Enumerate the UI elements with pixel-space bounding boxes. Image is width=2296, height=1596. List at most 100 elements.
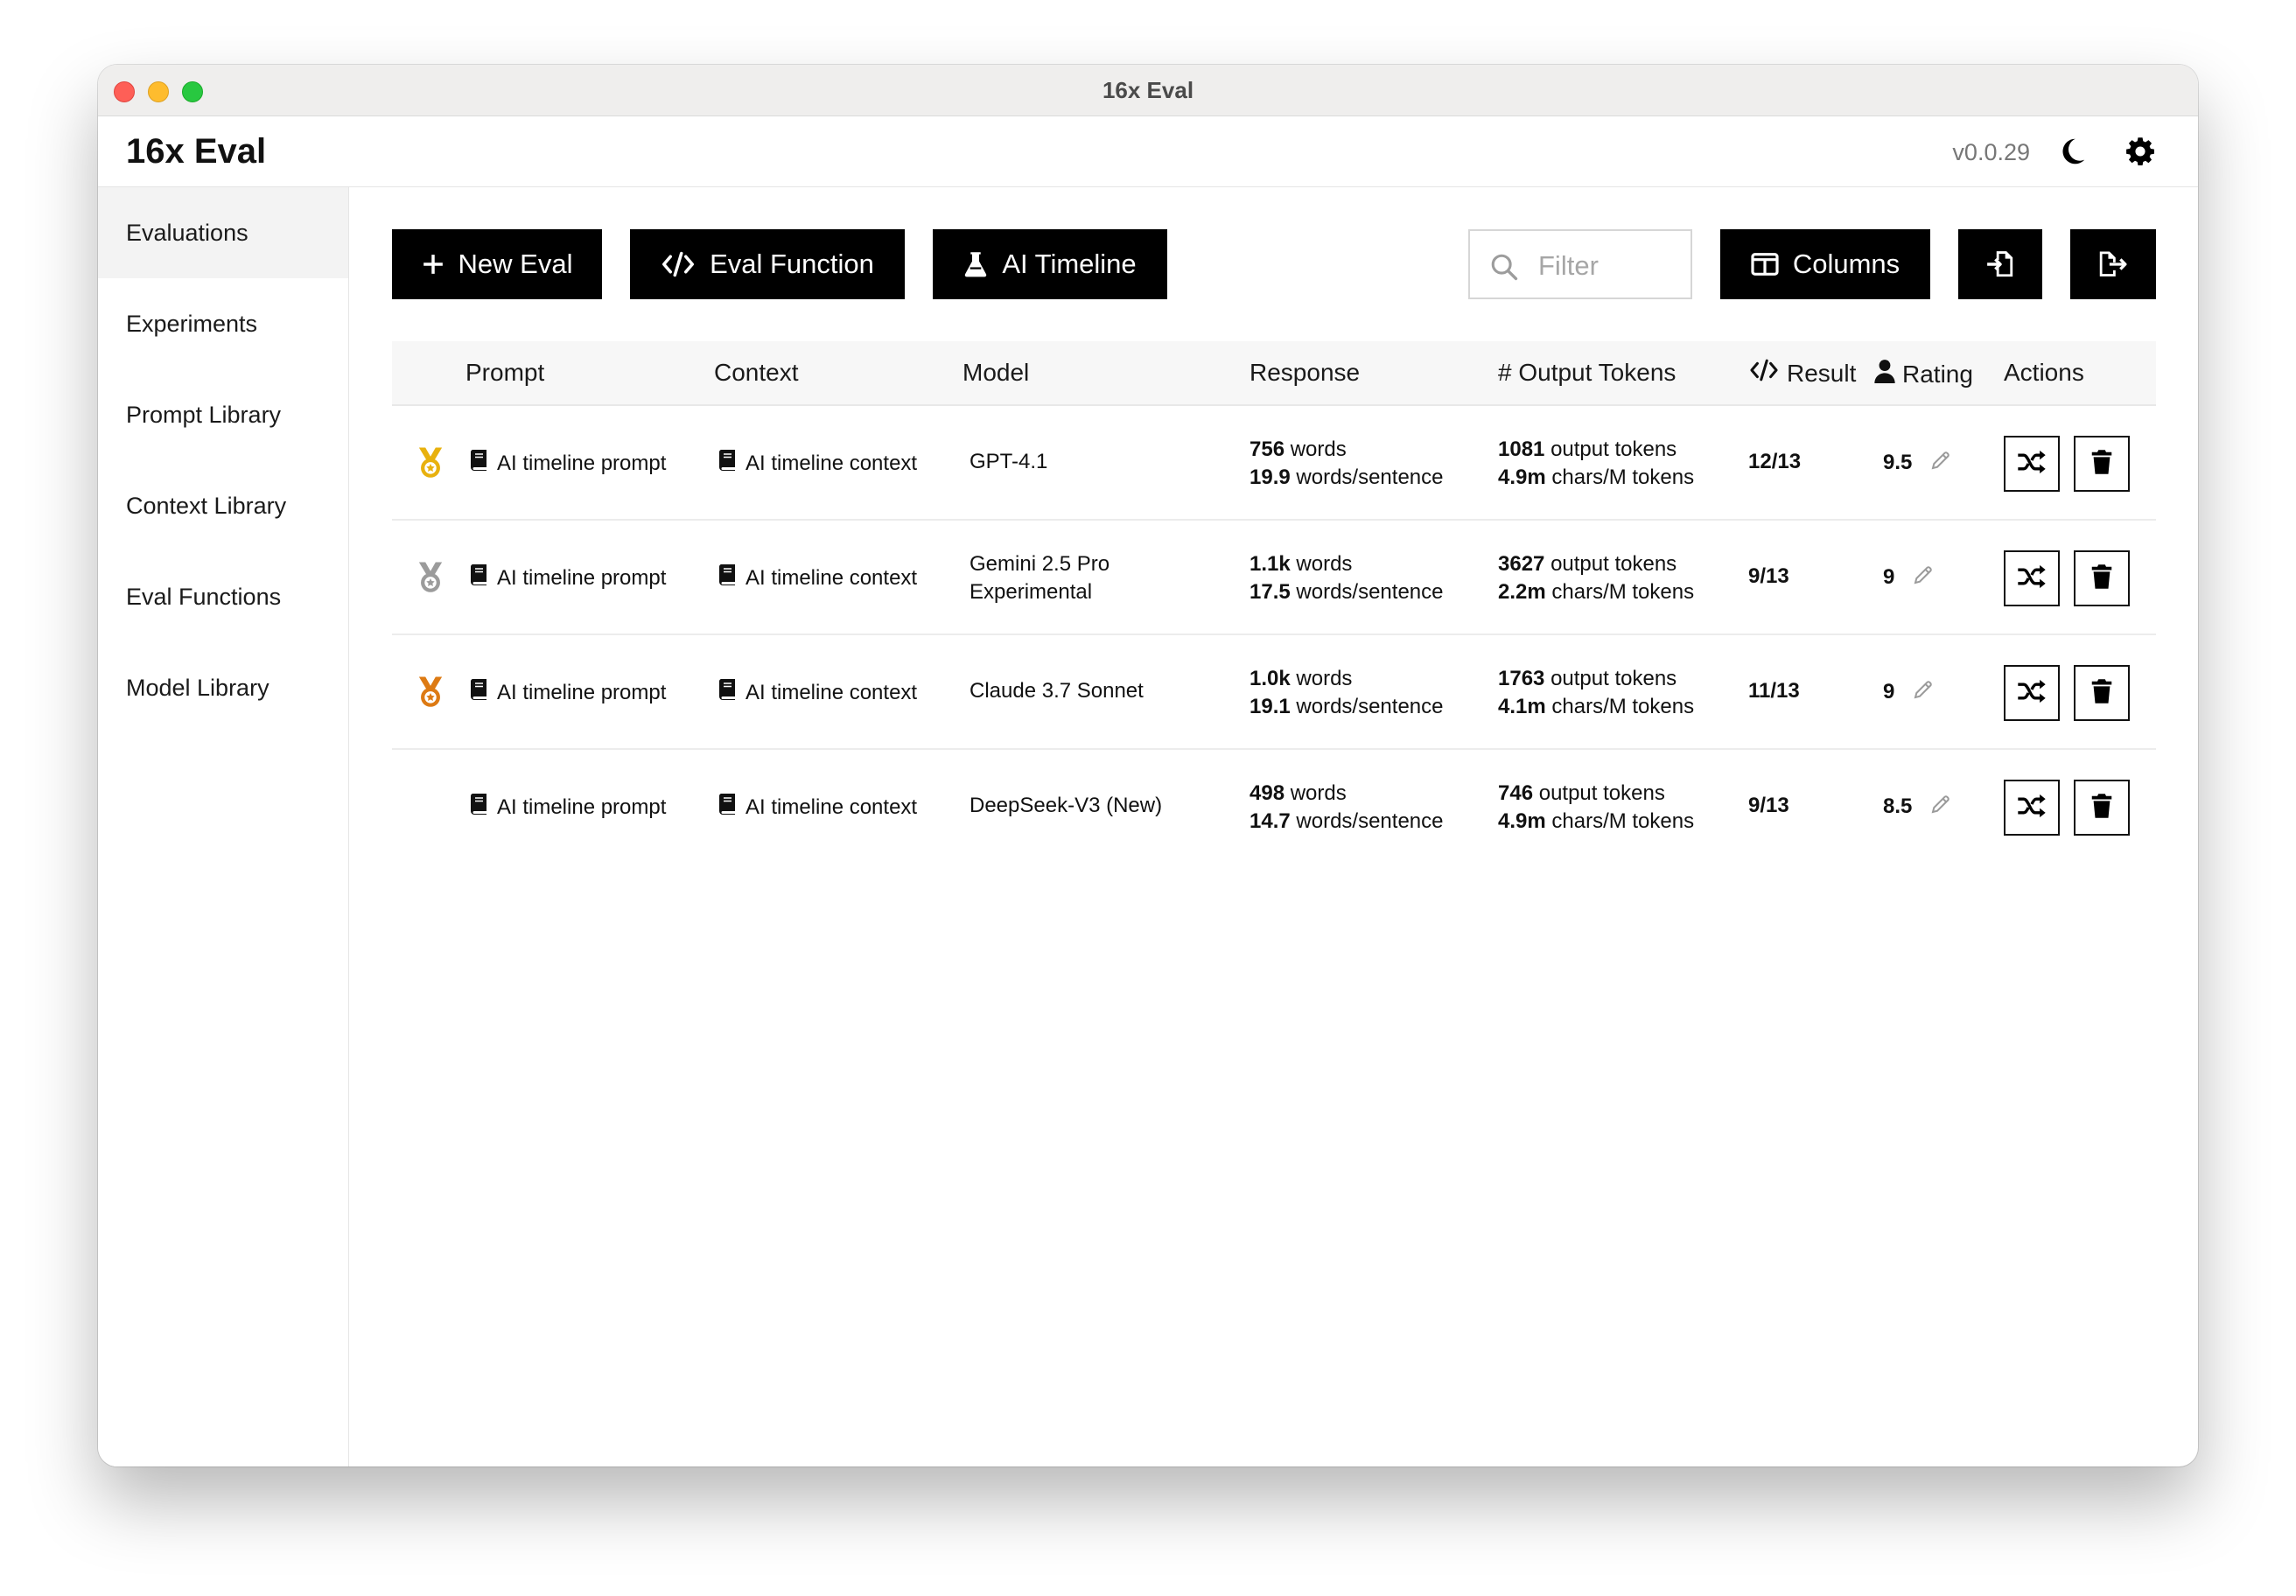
wps-value: 17.5 [1250, 580, 1291, 604]
delete-button[interactable] [2074, 665, 2130, 721]
sidebar-item-experiments[interactable]: Experiments [98, 278, 348, 369]
eval-function-label: Eval Function [710, 248, 874, 279]
trash-icon [2090, 793, 2113, 823]
result-value: 11/13 [1748, 679, 1800, 703]
cpt-value: 4.9m [1498, 809, 1546, 833]
delete-button[interactable] [2074, 780, 2130, 836]
model-line-1: GPT-4.1 [970, 450, 1048, 473]
result-value: 9/13 [1748, 794, 1789, 817]
eval-function-button[interactable]: Eval Function [630, 229, 905, 299]
gear-icon[interactable] [2124, 136, 2156, 167]
header-context[interactable]: Context [714, 359, 799, 387]
context-link[interactable]: AI timeline context [718, 794, 917, 821]
new-eval-button[interactable]: New Eval [392, 229, 602, 299]
header-actions: Actions [2004, 359, 2084, 386]
shuffle-button[interactable] [2004, 436, 2060, 492]
response-stats: 1.1k words 17.5 words/sentence [1250, 550, 1443, 606]
words-value: 498 [1250, 781, 1285, 805]
cpt-label: chars/M tokens [1551, 809, 1695, 833]
app-header: 16x Eval v0.0.29 [98, 116, 2198, 187]
prompt-link[interactable]: AI timeline prompt [470, 794, 667, 821]
prompt-link[interactable]: AI timeline prompt [470, 564, 666, 592]
wps-value: 14.7 [1250, 809, 1291, 833]
sidebar-item-evaluations[interactable]: Evaluations [98, 187, 348, 278]
toolbar: New Eval Eval Function AI Timeline Colum… [392, 229, 2156, 299]
prompt-link[interactable]: AI timeline prompt [470, 679, 667, 706]
words-value: 756 [1250, 438, 1285, 461]
export-button[interactable] [2070, 229, 2156, 299]
columns-button[interactable]: Columns [1720, 229, 1930, 299]
header-result-label: Result [1787, 359, 1857, 387]
columns-icon [1751, 252, 1779, 276]
evaluations-table: Prompt Context Model Response # Output T… [392, 341, 2156, 863]
header-prompt[interactable]: Prompt [466, 359, 544, 387]
delete-button[interactable] [2074, 436, 2130, 492]
code-icon [661, 251, 696, 277]
shuffle-button[interactable] [2004, 780, 2060, 836]
pencil-icon[interactable] [1930, 794, 1951, 821]
header-model[interactable]: Model [962, 359, 1029, 387]
words-label: words [1296, 667, 1353, 690]
context-link[interactable]: AI timeline context [718, 450, 917, 477]
medal-icon [415, 446, 446, 480]
pencil-icon[interactable] [1930, 450, 1951, 477]
sidebar-item-context-library[interactable]: Context Library [98, 460, 348, 551]
model-line-2: Experimental [970, 580, 1093, 604]
context-link[interactable]: AI timeline context [718, 564, 917, 592]
sidebar-item-eval-functions[interactable]: Eval Functions [98, 551, 348, 642]
words-label: words [1290, 781, 1347, 805]
shuffle-button[interactable] [2004, 665, 2060, 721]
prompt-label: AI timeline prompt [497, 794, 667, 819]
wps-value: 19.9 [1250, 466, 1291, 489]
prompt-label: AI timeline prompt [497, 451, 667, 475]
cpt-label: chars/M tokens [1551, 580, 1695, 604]
table-header: Prompt Context Model Response # Output T… [392, 341, 2156, 406]
medal-icon [415, 676, 446, 709]
tokens-label: output tokens [1538, 781, 1665, 805]
model-name: GPT-4.1 [970, 450, 1047, 474]
prompt-label: AI timeline prompt [497, 680, 667, 704]
book-icon [470, 450, 486, 477]
header-output-tokens[interactable]: # Output Tokens [1498, 359, 1676, 387]
response-stats: 1.0k words 19.1 words/sentence [1250, 665, 1443, 721]
import-button[interactable] [1958, 229, 2042, 299]
table-row: AI timeline prompt AI timeline context D… [392, 750, 2156, 863]
table-row: AI timeline prompt AI timeline context C… [392, 635, 2156, 750]
prompt-link[interactable]: AI timeline prompt [470, 450, 667, 477]
filter-input[interactable] [1536, 245, 1684, 287]
delete-button[interactable] [2074, 550, 2130, 606]
tokens-label: output tokens [1550, 552, 1677, 576]
moon-icon[interactable] [2056, 136, 2088, 167]
trash-icon [2090, 678, 2113, 709]
tokens-value: 1081 [1498, 438, 1545, 461]
tokens-value: 1763 [1498, 667, 1545, 690]
response-stats: 756 words 19.9 words/sentence [1250, 436, 1443, 492]
header-rating[interactable]: Rating [1874, 359, 1973, 389]
context-link[interactable]: AI timeline context [718, 679, 917, 706]
window-title: 16x Eval [1102, 77, 1194, 103]
header-response[interactable]: Response [1250, 359, 1360, 387]
plus-icon [422, 253, 444, 276]
book-icon [718, 564, 735, 592]
response-stats: 498 words 14.7 words/sentence [1250, 780, 1443, 836]
sidebar-item-model-library[interactable]: Model Library [98, 642, 348, 733]
rating-value: 8.5 [1883, 794, 1913, 818]
filter-box[interactable] [1468, 229, 1692, 299]
medal-icon [415, 561, 446, 594]
user-icon [1874, 359, 1895, 389]
tokens-label: output tokens [1550, 438, 1677, 461]
sidebar: Evaluations Experiments Prompt Library C… [98, 187, 349, 1466]
book-icon [718, 450, 735, 477]
words-label: words [1290, 438, 1347, 461]
rating-value: 9 [1883, 564, 1895, 589]
model-name: DeepSeek-V3 (New) [970, 794, 1162, 818]
trash-icon [2090, 449, 2113, 480]
pencil-icon[interactable] [1913, 564, 1934, 592]
header-result[interactable]: Result [1748, 359, 1856, 388]
pencil-icon[interactable] [1913, 679, 1934, 706]
import-icon [1985, 249, 2015, 279]
shuffle-button[interactable] [2004, 550, 2060, 606]
sidebar-item-prompt-library[interactable]: Prompt Library [98, 369, 348, 460]
table-row: AI timeline prompt AI timeline context G… [392, 521, 2156, 635]
ai-timeline-button[interactable]: AI Timeline [933, 229, 1167, 299]
